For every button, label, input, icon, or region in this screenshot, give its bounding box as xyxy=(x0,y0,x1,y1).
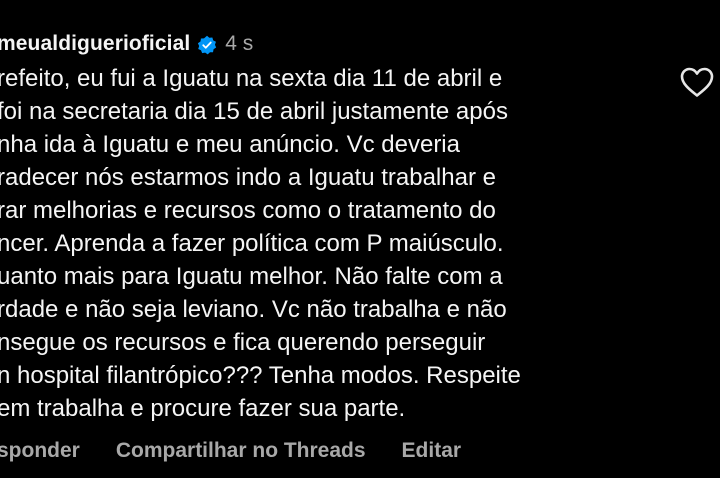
comment-timestamp: 4 s xyxy=(225,32,254,55)
comment-text-line: foi na secretaria dia 15 de abril justam… xyxy=(0,98,508,125)
comment-text-line: ncer. Aprenda a fazer política com P mai… xyxy=(0,230,504,257)
comment-text-line: uanto mais para Iguatu melhor. Não falte… xyxy=(0,263,503,290)
reply-button[interactable]: sponder xyxy=(0,439,80,463)
comment-actions: sponder Compartilhar no Threads Editar xyxy=(0,436,497,466)
verified-badge-icon xyxy=(197,35,217,55)
comment-text-line: refeito, eu fui a Iguatu na sexta dia 11… xyxy=(0,65,503,92)
comment-text-line: rar melhorias e recursos como o tratamen… xyxy=(0,197,496,224)
comment-header: meualdiguerioficial 4 s xyxy=(0,30,253,58)
comment: meualdiguerioficial 4 s refeito, eu fui … xyxy=(0,0,720,478)
comment-text-line: em trabalha e procure fazer sua parte. xyxy=(0,395,406,422)
comment-username[interactable]: meualdiguerioficial xyxy=(0,32,190,56)
comment-text-line: nha ida à Iguatu e meu anúncio. Vc dever… xyxy=(0,131,460,158)
comment-text-line: radecer nós estarmos indo a Iguatu traba… xyxy=(0,164,496,191)
comment-text-line: rdade e não seja leviano. Vc não trabalh… xyxy=(0,296,507,323)
comment-text: refeito, eu fui a Iguatu na sexta dia 11… xyxy=(0,62,657,425)
heart-outline-icon[interactable] xyxy=(679,66,715,98)
comment-text-line: n hospital filantrópico??? Tenha modos. … xyxy=(0,362,521,389)
edit-button[interactable]: Editar xyxy=(402,439,462,463)
comment-text-line: nsegue os recursos e fica querendo perse… xyxy=(0,329,486,356)
share-to-threads-button[interactable]: Compartilhar no Threads xyxy=(116,439,366,463)
